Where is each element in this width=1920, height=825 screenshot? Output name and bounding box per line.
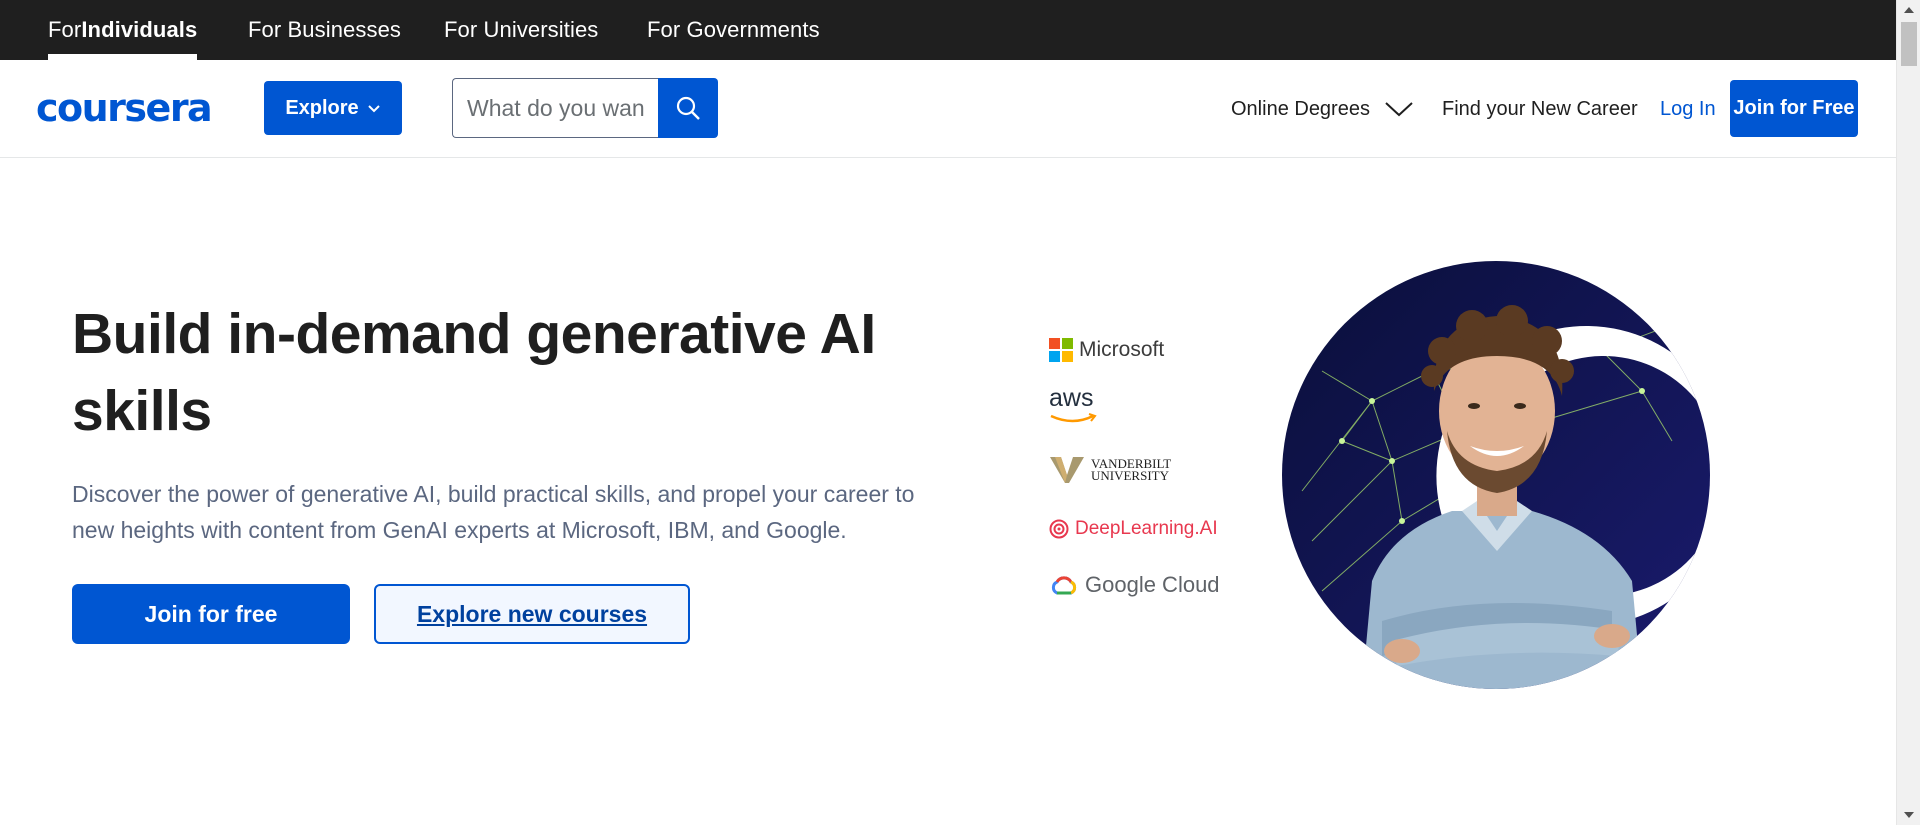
partner-google-cloud: Google Cloud (1049, 572, 1220, 598)
page-scrollbar[interactable] (1896, 0, 1920, 825)
partner-deeplearning: DeepLearning.AI (1049, 518, 1218, 540)
coursera-logo[interactable]: coursera (36, 84, 213, 132)
search-icon (676, 96, 700, 120)
tab-for-universities[interactable]: For Universities (444, 0, 598, 60)
join-for-free-cta[interactable]: Join for free (72, 584, 350, 644)
online-degrees-menu[interactable]: Online Degrees (1231, 60, 1414, 158)
partner-aws: aws (1049, 384, 1099, 426)
hero-subtitle: Discover the power of generative AI, bui… (72, 481, 915, 543)
partner-microsoft: Microsoft (1049, 338, 1164, 362)
scrollbar-thumb[interactable] (1901, 22, 1917, 66)
hero-title: Build in-demand generative AI skills (72, 302, 876, 443)
vanderbilt-wordmark: VANDERBILT UNIVERSITY (1091, 457, 1171, 483)
partner-name: Google Cloud (1085, 572, 1220, 597)
explore-label: Explore (285, 96, 359, 119)
find-career-link[interactable]: Find your New Career (1442, 60, 1638, 158)
chevron-down-icon (367, 105, 380, 113)
explore-button[interactable]: Explore (264, 81, 402, 135)
search-bar (452, 78, 718, 138)
audience-bar: For Individuals For Businesses For Unive… (0, 0, 1896, 60)
hero-person-image (1282, 261, 1710, 689)
scroll-down-arrow-icon[interactable] (1897, 805, 1920, 825)
online-degrees-label: Online Degrees (1231, 97, 1370, 120)
partner-name: Microsoft (1079, 338, 1165, 361)
deeplearning-logo-icon (1049, 519, 1069, 539)
search-button[interactable] (658, 78, 718, 138)
scroll-up-arrow-icon[interactable] (1897, 0, 1920, 20)
explore-new-courses-cta[interactable]: Explore new courses (374, 584, 690, 644)
tab-prefix: For (48, 17, 82, 42)
vanderbilt-line2: UNIVERSITY (1091, 468, 1169, 483)
logo-text: coursera (36, 86, 213, 130)
partner-name: aws (1049, 384, 1094, 412)
tab-for-businesses[interactable]: For Businesses (248, 0, 401, 60)
microsoft-logo-icon (1049, 338, 1073, 362)
tab-for-governments[interactable]: For Governments (647, 0, 820, 60)
join-for-free-button[interactable]: Join for Free (1730, 80, 1858, 137)
search-input[interactable] (452, 78, 659, 138)
google-cloud-icon (1051, 576, 1077, 595)
partner-name: DeepLearning.AI (1075, 518, 1218, 539)
site-header: coursera Explore Online Degrees Find you… (0, 60, 1896, 158)
tab-label: Individuals (81, 17, 198, 42)
chevron-down-icon (1385, 102, 1413, 117)
login-link[interactable]: Log In (1660, 60, 1716, 158)
vanderbilt-v-icon (1050, 457, 1084, 483)
aws-logo-icon: aws (1049, 384, 1099, 426)
tab-for-individuals[interactable]: For Individuals (48, 0, 198, 60)
partner-vanderbilt: VANDERBILT UNIVERSITY (1049, 455, 1171, 485)
